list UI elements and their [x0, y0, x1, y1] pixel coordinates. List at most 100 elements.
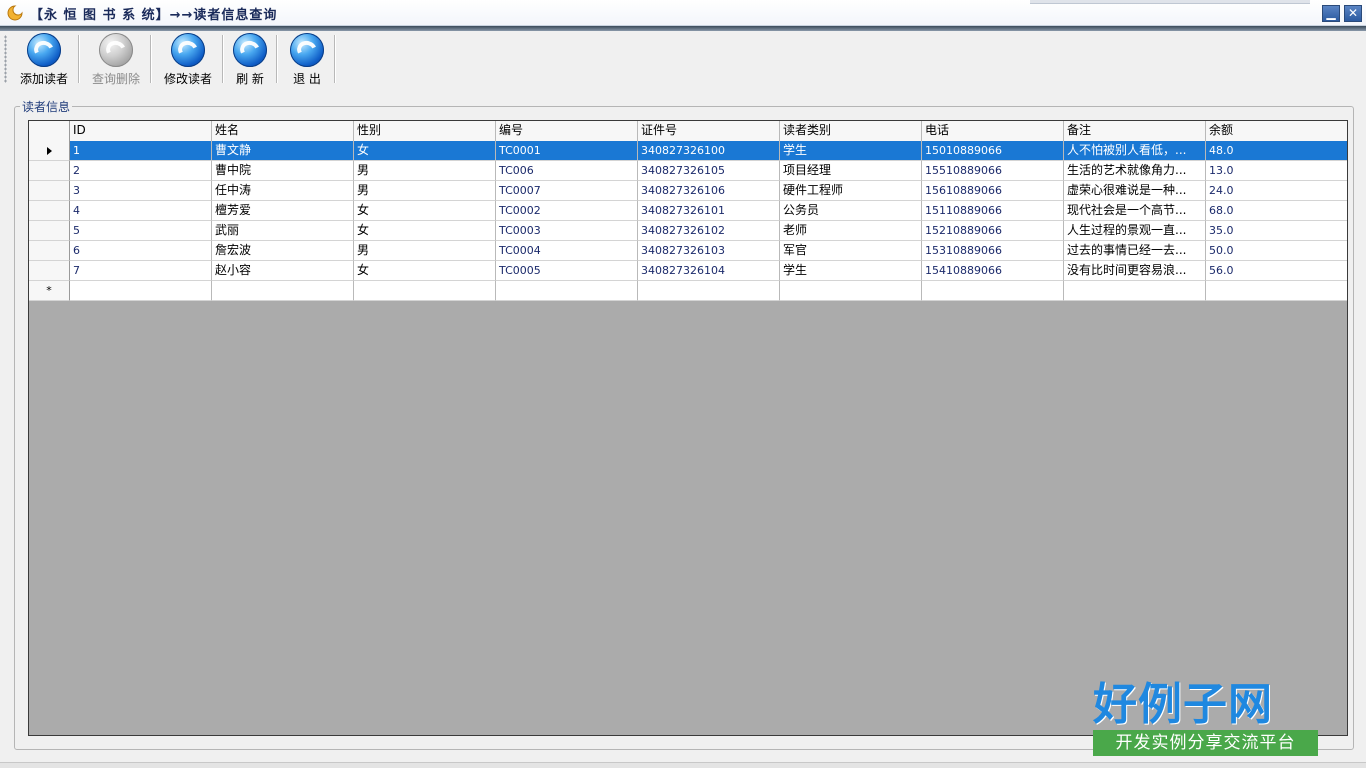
cell-balance[interactable]: 56.0 — [1206, 261, 1347, 281]
cell-cert-no[interactable]: 340827326104 — [638, 261, 780, 281]
column-header-cert-no[interactable]: 证件号 — [638, 121, 780, 141]
cell-phone[interactable]: 15310889066 — [922, 241, 1064, 261]
cell-balance[interactable]: 24.0 — [1206, 181, 1347, 201]
query-delete-button[interactable]: 查询删除 — [88, 33, 144, 86]
column-header-balance[interactable]: 余额 — [1206, 121, 1347, 141]
cell-balance[interactable]: 48.0 — [1206, 141, 1347, 161]
new-row-marker[interactable]: * — [29, 281, 70, 301]
cell-number[interactable]: TC0005 — [496, 261, 638, 281]
cell-remark[interactable]: 虚荣心很难说是一种... — [1064, 181, 1206, 201]
row-header[interactable] — [29, 261, 70, 281]
table-row[interactable]: 2 曹中院 男 TC006 340827326105 项目经理 15510889… — [29, 161, 1347, 181]
cell-name[interactable]: 曹文静 — [212, 141, 354, 161]
table-row[interactable]: 7 赵小容 女 TC0005 340827326104 学生 154108890… — [29, 261, 1347, 281]
cell-gender[interactable]: 女 — [354, 221, 496, 241]
cell-cert-no[interactable]: 340827326103 — [638, 241, 780, 261]
cell-balance[interactable]: 50.0 — [1206, 241, 1347, 261]
cell-phone[interactable]: 15510889066 — [922, 161, 1064, 181]
cell-cert-no[interactable]: 340827326101 — [638, 201, 780, 221]
row-header[interactable] — [29, 221, 70, 241]
row-header[interactable] — [29, 161, 70, 181]
cell-remark[interactable]: 过去的事情已经一去... — [1064, 241, 1206, 261]
cell-balance[interactable]: 35.0 — [1206, 221, 1347, 241]
cell-name[interactable]: 武丽 — [212, 221, 354, 241]
column-header-phone[interactable]: 电话 — [922, 121, 1064, 141]
table-row[interactable]: 3 任中涛 男 TC0007 340827326106 硬件工程师 156108… — [29, 181, 1347, 201]
cell-reader-type[interactable]: 学生 — [780, 261, 922, 281]
cell-number[interactable]: TC0001 — [496, 141, 638, 161]
cell-cert-no[interactable]: 340827326105 — [638, 161, 780, 181]
cell-gender[interactable]: 男 — [354, 241, 496, 261]
row-header[interactable] — [29, 201, 70, 221]
cell-phone[interactable]: 15210889066 — [922, 221, 1064, 241]
cell-gender[interactable]: 男 — [354, 181, 496, 201]
cell-id[interactable]: 3 — [70, 181, 212, 201]
cell-remark[interactable]: 人生过程的景观一直... — [1064, 221, 1206, 241]
table-row[interactable]: 4 檀芳爱 女 TC0002 340827326101 公务员 15110889… — [29, 201, 1347, 221]
edit-reader-button[interactable]: 修改读者 — [160, 33, 216, 86]
column-header-number[interactable]: 编号 — [496, 121, 638, 141]
refresh-button[interactable]: 刷 新 — [230, 33, 270, 86]
cell-gender[interactable]: 女 — [354, 261, 496, 281]
cell-id[interactable]: 1 — [70, 141, 212, 161]
cell-remark[interactable]: 没有比时间更容易浪... — [1064, 261, 1206, 281]
cell-id[interactable]: 4 — [70, 201, 212, 221]
cell-phone[interactable]: 15610889066 — [922, 181, 1064, 201]
column-header-id[interactable]: ID — [70, 121, 212, 141]
cell-number[interactable]: TC0002 — [496, 201, 638, 221]
cell-reader-type[interactable]: 硬件工程师 — [780, 181, 922, 201]
cell-phone[interactable]: 15010889066 — [922, 141, 1064, 161]
add-reader-button[interactable]: 添加读者 — [16, 33, 72, 86]
column-header-remark[interactable]: 备注 — [1064, 121, 1206, 141]
cell-cert-no[interactable]: 340827326102 — [638, 221, 780, 241]
cell-reader-type[interactable]: 项目经理 — [780, 161, 922, 181]
cell-name[interactable]: 任中涛 — [212, 181, 354, 201]
row-header-corner[interactable] — [29, 121, 70, 141]
cell-gender[interactable]: 男 — [354, 161, 496, 181]
cell-reader-type[interactable]: 军官 — [780, 241, 922, 261]
cell-phone[interactable]: 15410889066 — [922, 261, 1064, 281]
cell-cert-no[interactable]: 340827326100 — [638, 141, 780, 161]
cell-number[interactable]: TC006 — [496, 161, 638, 181]
cell-id[interactable]: 5 — [70, 221, 212, 241]
new-cell[interactable] — [922, 281, 1064, 301]
cell-reader-type[interactable]: 学生 — [780, 141, 922, 161]
cell-number[interactable]: TC0007 — [496, 181, 638, 201]
cell-number[interactable]: TC0004 — [496, 241, 638, 261]
cell-remark[interactable]: 生活的艺术就像角力... — [1064, 161, 1206, 181]
new-cell[interactable] — [1206, 281, 1347, 301]
minimize-button[interactable]: ▁ — [1322, 5, 1340, 22]
cell-remark[interactable]: 现代社会是一个高节... — [1064, 201, 1206, 221]
row-header[interactable] — [29, 181, 70, 201]
exit-button[interactable]: 退 出 — [286, 33, 328, 86]
cell-number[interactable]: TC0003 — [496, 221, 638, 241]
row-selected-indicator[interactable] — [29, 141, 70, 161]
new-cell[interactable] — [212, 281, 354, 301]
new-row[interactable]: * — [29, 281, 1347, 301]
cell-reader-type[interactable]: 老师 — [780, 221, 922, 241]
cell-id[interactable]: 6 — [70, 241, 212, 261]
new-cell[interactable] — [1064, 281, 1206, 301]
table-row[interactable]: 5 武丽 女 TC0003 340827326102 老师 1521088906… — [29, 221, 1347, 241]
cell-id[interactable]: 7 — [70, 261, 212, 281]
row-header[interactable] — [29, 241, 70, 261]
cell-name[interactable]: 赵小容 — [212, 261, 354, 281]
cell-remark[interactable]: 人不怕被别人看低，... — [1064, 141, 1206, 161]
cell-gender[interactable]: 女 — [354, 201, 496, 221]
column-header-name[interactable]: 姓名 — [212, 121, 354, 141]
new-cell[interactable] — [780, 281, 922, 301]
cell-balance[interactable]: 13.0 — [1206, 161, 1347, 181]
new-cell[interactable] — [70, 281, 212, 301]
new-cell[interactable] — [354, 281, 496, 301]
cell-name[interactable]: 詹宏波 — [212, 241, 354, 261]
reader-grid[interactable]: ID 姓名 性别 编号 证件号 读者类别 电话 备注 余额 1 曹文静 女 TC… — [28, 120, 1348, 736]
cell-name[interactable]: 曹中院 — [212, 161, 354, 181]
cell-name[interactable]: 檀芳爱 — [212, 201, 354, 221]
close-button[interactable]: ✕ — [1344, 5, 1362, 22]
cell-balance[interactable]: 68.0 — [1206, 201, 1347, 221]
cell-reader-type[interactable]: 公务员 — [780, 201, 922, 221]
column-header-gender[interactable]: 性别 — [354, 121, 496, 141]
column-header-reader-type[interactable]: 读者类别 — [780, 121, 922, 141]
cell-id[interactable]: 2 — [70, 161, 212, 181]
cell-cert-no[interactable]: 340827326106 — [638, 181, 780, 201]
